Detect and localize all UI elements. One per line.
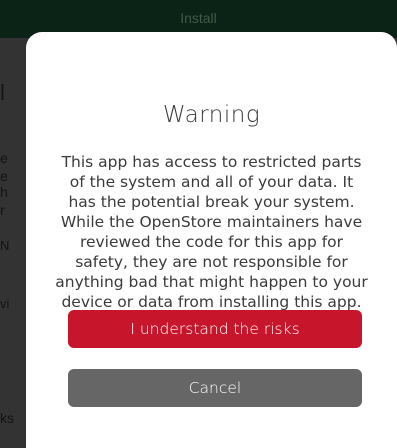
background-text-fragment: e xyxy=(0,150,8,166)
cancel-button[interactable]: Cancel xyxy=(68,369,362,407)
background-text-fragment: r xyxy=(0,202,5,218)
background-text-fragment: vi xyxy=(0,296,10,311)
background-text-fragment: ks xyxy=(0,410,14,426)
dialog-message: This app has access to restricted parts … xyxy=(55,153,368,311)
background-text-fragment: l xyxy=(0,80,5,105)
background-text-fragment: h xyxy=(0,184,8,200)
background-header-title: Install xyxy=(180,10,217,26)
warning-dialog: Warning This app has access to restricte… xyxy=(26,32,397,448)
background-text-fragment: e xyxy=(0,168,8,184)
understand-risks-button[interactable]: I understand the risks xyxy=(68,310,362,348)
dialog-title: Warning xyxy=(162,102,261,128)
background-text-fragment: N xyxy=(0,238,10,253)
